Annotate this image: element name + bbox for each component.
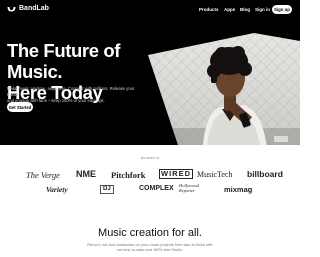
press-section: As seen in The Verge NME Pitchfork WIRED… <box>0 145 300 257</box>
logo-the-verge: The Verge <box>26 170 60 180</box>
hero-photo <box>148 33 300 145</box>
brand-logo[interactable]: BandLab <box>7 5 49 12</box>
as-seen-in-label: As seen in <box>140 155 160 160</box>
logo-pitchfork: Pitchfork <box>111 170 146 180</box>
nav-apps[interactable]: Apps <box>224 7 235 12</box>
logo-musictech: MusicTech <box>197 170 233 179</box>
nav-blog[interactable]: Blog <box>240 7 250 12</box>
section-tagline: Music creation for all. <box>98 227 202 239</box>
nav-sign-in[interactable]: Sign in <box>255 7 270 12</box>
bandlab-logo-icon <box>7 6 16 11</box>
logo-complex: COMPLEX <box>139 185 174 192</box>
get-started-button[interactable]: Get Started <box>7 102 33 112</box>
top-nav: BandLab Products Apps Blog Sign in Sign … <box>0 0 300 20</box>
description-line-1: Make music anytime, anywhere. Connect wi… <box>7 86 135 97</box>
sign-up-button[interactable]: Sign up <box>272 5 292 14</box>
logo-dj: DJ <box>100 185 114 194</box>
logo-nme: NME <box>76 169 96 179</box>
logo-mixmag: mixmag <box>224 185 253 194</box>
nav-products[interactable]: Products <box>199 7 219 12</box>
hero-section: BandLab Products Apps Blog Sign in Sign … <box>0 0 300 145</box>
logo-billboard: billboard <box>247 169 283 179</box>
logo-hollywood-reporter: Hollywood Reporter <box>179 183 199 193</box>
logo-variety: Variety <box>46 185 68 194</box>
logo-wired: WIRED <box>159 169 193 179</box>
brand-name: BandLab <box>19 5 49 12</box>
section-subtitle: Record, mix and collaborate on your musi… <box>0 243 300 253</box>
subtitle-line-2: our best-in-class and 100% free Studio. <box>116 248 184 252</box>
